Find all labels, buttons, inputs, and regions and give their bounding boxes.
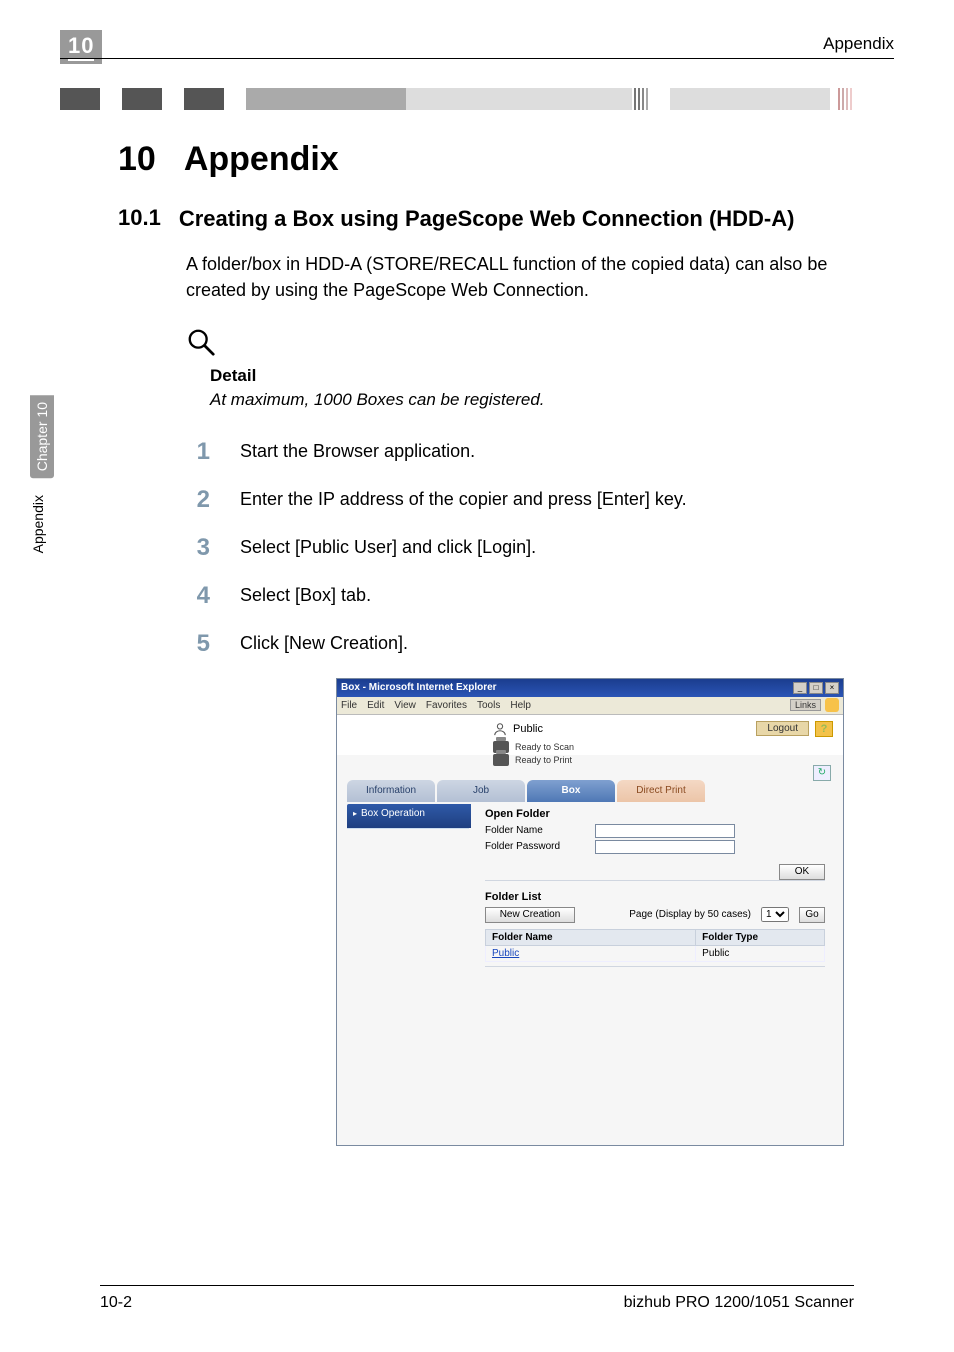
status-block: Ready to Scan Ready to Print xyxy=(493,741,833,766)
menu-file[interactable]: File xyxy=(341,700,357,711)
close-button[interactable]: × xyxy=(825,682,839,694)
user-icon xyxy=(493,722,507,736)
folder-table: Folder Name Folder Type Public Public xyxy=(485,929,825,962)
section-title: Creating a Box using PageScope Web Conne… xyxy=(179,205,795,233)
menu-help[interactable]: Help xyxy=(510,700,531,711)
tab-job[interactable]: Job xyxy=(437,780,525,802)
side-tab: Chapter 10 Appendix xyxy=(30,395,54,554)
folder-password-input[interactable] xyxy=(595,840,735,854)
footer-rule xyxy=(100,1285,854,1286)
header-right: Appendix xyxy=(823,30,894,54)
folder-link-public[interactable]: Public xyxy=(486,945,696,961)
side-section-label: Appendix xyxy=(30,495,46,553)
step-item: 5 Click [New Creation]. xyxy=(186,630,854,658)
user-name: Public xyxy=(513,723,543,735)
table-bottom-rule xyxy=(485,966,825,967)
step-number: 4 xyxy=(186,582,210,610)
section-number: 10.1 xyxy=(118,205,161,231)
step-item: 3 Select [Public User] and click [Login]. xyxy=(186,534,854,562)
page-footer: 10-2 bizhub PRO 1200/1051 Scanner xyxy=(100,1285,854,1312)
logout-button[interactable]: Logout xyxy=(756,721,809,736)
step-text: Click [New Creation]. xyxy=(240,630,408,654)
folder-list-heading: Folder List xyxy=(485,891,825,903)
step-number: 3 xyxy=(186,534,210,562)
section-title-row: 10.1 Creating a Box using PageScope Web … xyxy=(118,205,854,233)
minimize-button[interactable]: _ xyxy=(793,682,807,694)
intro-paragraph: A folder/box in HDD-A (STORE/RECALL func… xyxy=(186,251,854,303)
status-scan: Ready to Scan xyxy=(515,742,574,752)
page-display-label: Page (Display by 50 cases) xyxy=(629,909,751,920)
sidebar-underline xyxy=(347,828,469,829)
links-label[interactable]: Links xyxy=(790,699,821,711)
new-creation-button[interactable]: New Creation xyxy=(485,907,575,923)
step-item: 2 Enter the IP address of the copier and … xyxy=(186,486,854,514)
ie-menubar: File Edit View Favorites Tools Help Link… xyxy=(337,697,843,715)
col-folder-name: Folder Name xyxy=(486,929,696,945)
step-item: 1 Start the Browser application. xyxy=(186,438,854,466)
ie-window: Box - Microsoft Internet Explorer _ □ × … xyxy=(336,678,844,1146)
step-number: 2 xyxy=(186,486,210,514)
sidebar-item-label: Box Operation xyxy=(361,808,425,819)
magnifier-icon xyxy=(186,327,216,357)
detail-block: Detail At maximum, 1000 Boxes can be reg… xyxy=(186,327,854,410)
menu-edit[interactable]: Edit xyxy=(367,700,384,711)
refresh-button[interactable]: ↻ xyxy=(813,765,831,781)
go-button[interactable]: Go xyxy=(799,907,825,923)
folder-type-value: Public xyxy=(696,945,825,961)
table-row: Public Public xyxy=(486,945,825,961)
sidebar-item-box-operation[interactable]: ▸ Box Operation xyxy=(347,804,471,828)
side-chapter-label: Chapter 10 xyxy=(30,395,54,478)
col-folder-type: Folder Type xyxy=(696,929,825,945)
step-number: 5 xyxy=(186,630,210,658)
chapter-title-text: Appendix xyxy=(184,140,339,179)
window-title: Box - Microsoft Internet Explorer xyxy=(341,682,791,693)
printer-status-icon xyxy=(493,754,509,766)
content: 10 Appendix 10.1 Creating a Box using Pa… xyxy=(118,140,854,1146)
page-number: 10-2 xyxy=(100,1294,132,1312)
folder-password-label: Folder Password xyxy=(485,841,595,852)
steps-list: 1 Start the Browser application. 2 Enter t… xyxy=(186,438,854,658)
step-item: 4 Select [Box] tab. xyxy=(186,582,854,610)
page-header: 10 Appendix xyxy=(60,30,894,56)
menu-favorites[interactable]: Favorites xyxy=(426,700,467,711)
chapter-title-number: 10 xyxy=(118,140,156,179)
ie-flag-icon xyxy=(825,698,839,712)
tab-box[interactable]: Box xyxy=(527,780,615,802)
ie-titlebar: Box - Microsoft Internet Explorer _ □ × xyxy=(337,679,843,697)
open-folder-heading: Open Folder xyxy=(485,808,825,820)
header-rule xyxy=(60,58,894,59)
tab-information[interactable]: Information xyxy=(347,780,435,802)
tabs: Information Job Box Direct Print xyxy=(347,780,833,802)
detail-text: At maximum, 1000 Boxes can be registered… xyxy=(210,390,854,410)
page-select[interactable]: 1 xyxy=(761,907,789,922)
detail-label: Detail xyxy=(210,366,854,386)
folder-name-input[interactable] xyxy=(595,824,735,838)
footer-model: bizhub PRO 1200/1051 Scanner xyxy=(624,1294,854,1312)
chevron-right-icon: ▸ xyxy=(353,809,357,818)
help-button[interactable]: ? xyxy=(815,721,833,737)
user-row: Public Logout ? xyxy=(347,721,833,737)
section-separator xyxy=(485,880,825,881)
folder-name-label: Folder Name xyxy=(485,825,595,836)
menu-tools[interactable]: Tools xyxy=(477,700,500,711)
step-text: Select [Box] tab. xyxy=(240,582,371,606)
ie-body: Public Logout ? Ready to Scan Ready to P… xyxy=(337,715,843,1145)
chapter-number: 10 xyxy=(68,33,94,61)
embedded-screenshot: Box - Microsoft Internet Explorer _ □ × … xyxy=(336,678,854,1146)
maximize-button[interactable]: □ xyxy=(809,682,823,694)
menu-view[interactable]: View xyxy=(394,700,416,711)
chapter-title-row: 10 Appendix xyxy=(118,140,854,179)
tab-direct-print[interactable]: Direct Print xyxy=(617,780,705,802)
ok-button[interactable]: OK xyxy=(779,864,825,880)
step-text: Select [Public User] and click [Login]. xyxy=(240,534,536,558)
decorative-bar xyxy=(60,88,894,110)
step-text: Enter the IP address of the copier and p… xyxy=(240,486,687,510)
main-panel: Open Folder Folder Name Folder Password … xyxy=(471,804,833,975)
step-number: 1 xyxy=(186,438,210,466)
step-text: Start the Browser application. xyxy=(240,438,475,462)
status-print: Ready to Print xyxy=(515,755,572,765)
